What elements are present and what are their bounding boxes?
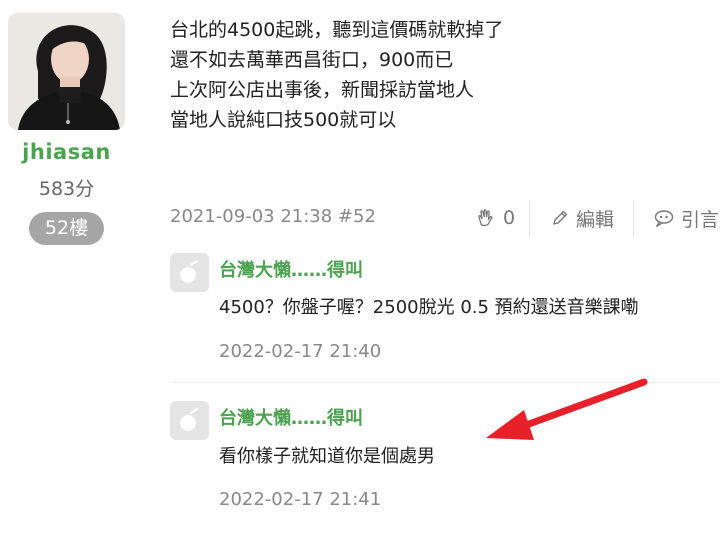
arrow-annotation bbox=[486, 378, 648, 440]
